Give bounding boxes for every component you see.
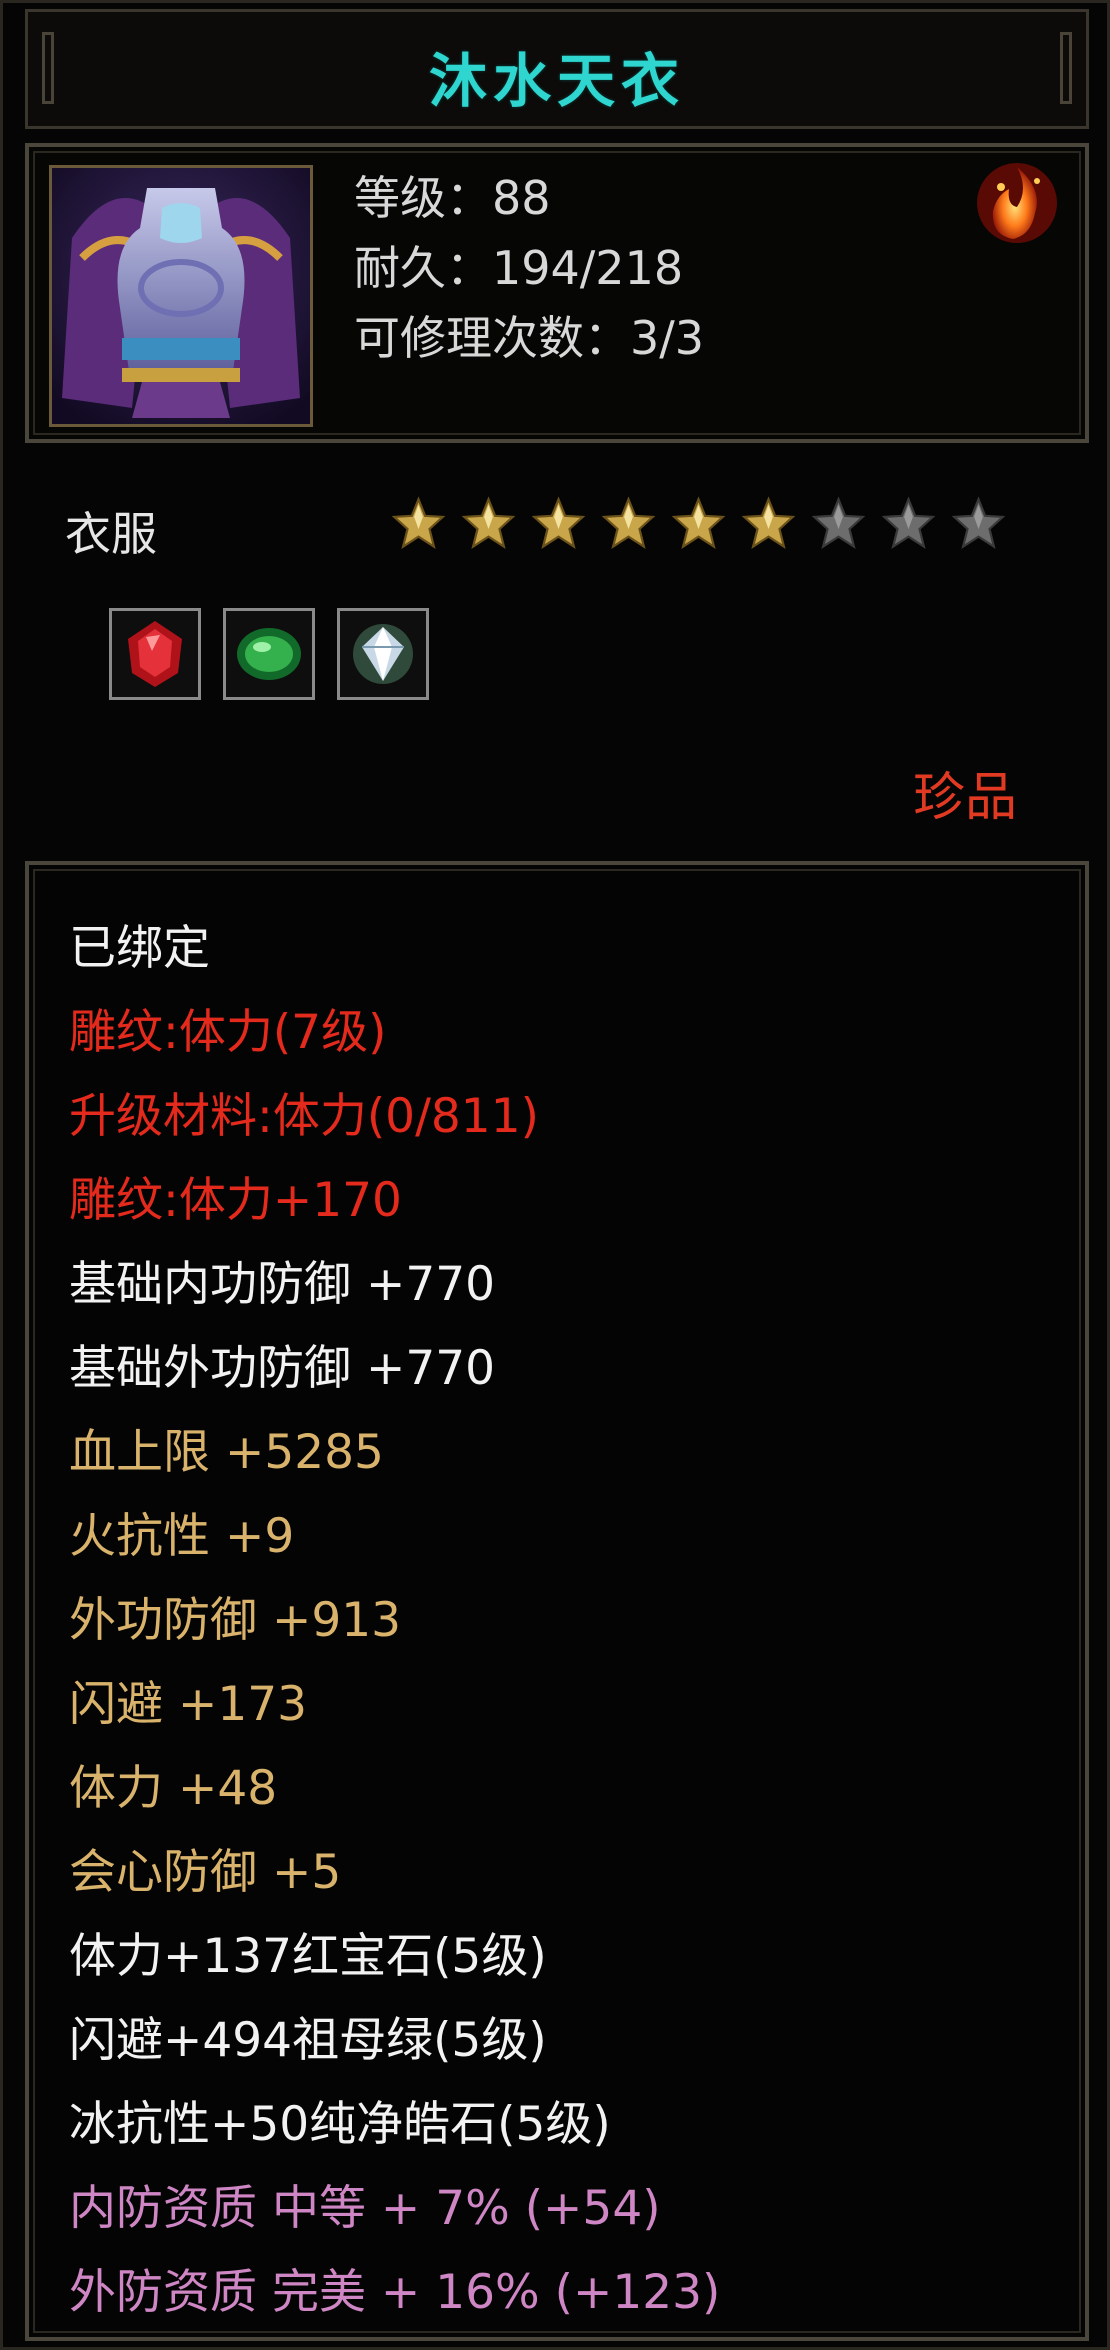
item-tooltip-frame: 沐水天衣 等级：88 耐久：194/218 可修理次数：3/3 衣服 珍品 已绑… bbox=[0, 0, 1110, 2350]
attribute-row: 火抗性 +9 bbox=[69, 1509, 295, 1564]
attribute-row: 闪避+494祖母绿(5级) bbox=[69, 2013, 547, 2068]
gem-sockets bbox=[109, 608, 429, 700]
attribute-row: 会心防御 +5 bbox=[69, 1845, 342, 1900]
attributes-list: 已绑定雕纹:体力(7级) 升级材料:体力(0/811) 雕纹:体力+170 基础内功防… bbox=[69, 907, 720, 2335]
attribute-row: 体力 +48 bbox=[69, 1761, 278, 1816]
attribute-row: 体力+137红宝石(5级) bbox=[69, 1929, 547, 1984]
attribute-row: 雕纹:体力(7级) bbox=[69, 1005, 387, 1060]
attribute-row: 内防资质 中等 + 7% (+54) bbox=[69, 2181, 661, 2236]
attribute-row: 血上限 +5285 bbox=[69, 1425, 384, 1480]
item-repair-count: 可修理次数：3/3 bbox=[354, 311, 705, 365]
item-header-panel: 等级：88 耐久：194/218 可修理次数：3/3 bbox=[25, 143, 1089, 443]
rarity-label: 珍品 bbox=[912, 768, 1017, 828]
attribute-row: 闪避 +173 bbox=[69, 1677, 308, 1732]
star-rating bbox=[391, 496, 1006, 551]
item-level: 等级：88 bbox=[354, 171, 551, 225]
item-durability: 耐久：194/218 bbox=[354, 241, 684, 295]
title-ornament-right bbox=[1060, 32, 1072, 104]
attribute-row: 外防资质 完美 + 16% (+123) bbox=[69, 2265, 721, 2320]
item-name: 沐水天衣 bbox=[428, 47, 685, 115]
emerald-gem-icon[interactable] bbox=[223, 608, 315, 700]
star-empty-icon bbox=[881, 496, 936, 550]
title-bar: 沐水天衣 bbox=[25, 9, 1089, 129]
fire-element-icon bbox=[973, 159, 1061, 247]
star-filled-icon bbox=[531, 496, 586, 550]
star-filled-icon bbox=[391, 496, 446, 550]
star-empty-icon bbox=[811, 496, 866, 550]
star-filled-icon bbox=[601, 496, 656, 550]
ruby-gem-icon[interactable] bbox=[109, 608, 201, 700]
attributes-panel: 已绑定雕纹:体力(7级) 升级材料:体力(0/811) 雕纹:体力+170 基础内功防… bbox=[25, 861, 1089, 2341]
attribute-row: 已绑定 bbox=[69, 921, 210, 976]
armor-portrait-icon bbox=[49, 165, 313, 427]
attribute-row: 升级材料:体力(0/811) bbox=[69, 1089, 539, 1144]
item-subtype: 衣服 bbox=[65, 507, 157, 561]
diamond-gem-icon[interactable] bbox=[337, 608, 429, 700]
attribute-row: 基础内功防御 +770 bbox=[69, 1257, 496, 1312]
star-filled-icon bbox=[461, 496, 516, 550]
star-filled-icon bbox=[741, 496, 796, 550]
attribute-row: 外功防御 +913 bbox=[69, 1593, 402, 1648]
star-filled-icon bbox=[671, 496, 726, 550]
item-info: 等级：88 耐久：194/218 可修理次数：3/3 bbox=[354, 163, 704, 373]
attribute-row: 雕纹:体力+170 bbox=[69, 1173, 402, 1228]
attribute-row: 基础外功防御 +770 bbox=[69, 1341, 496, 1396]
attribute-row: 冰抗性+50纯净皓石(5级) bbox=[69, 2097, 611, 2152]
star-empty-icon bbox=[951, 496, 1006, 550]
